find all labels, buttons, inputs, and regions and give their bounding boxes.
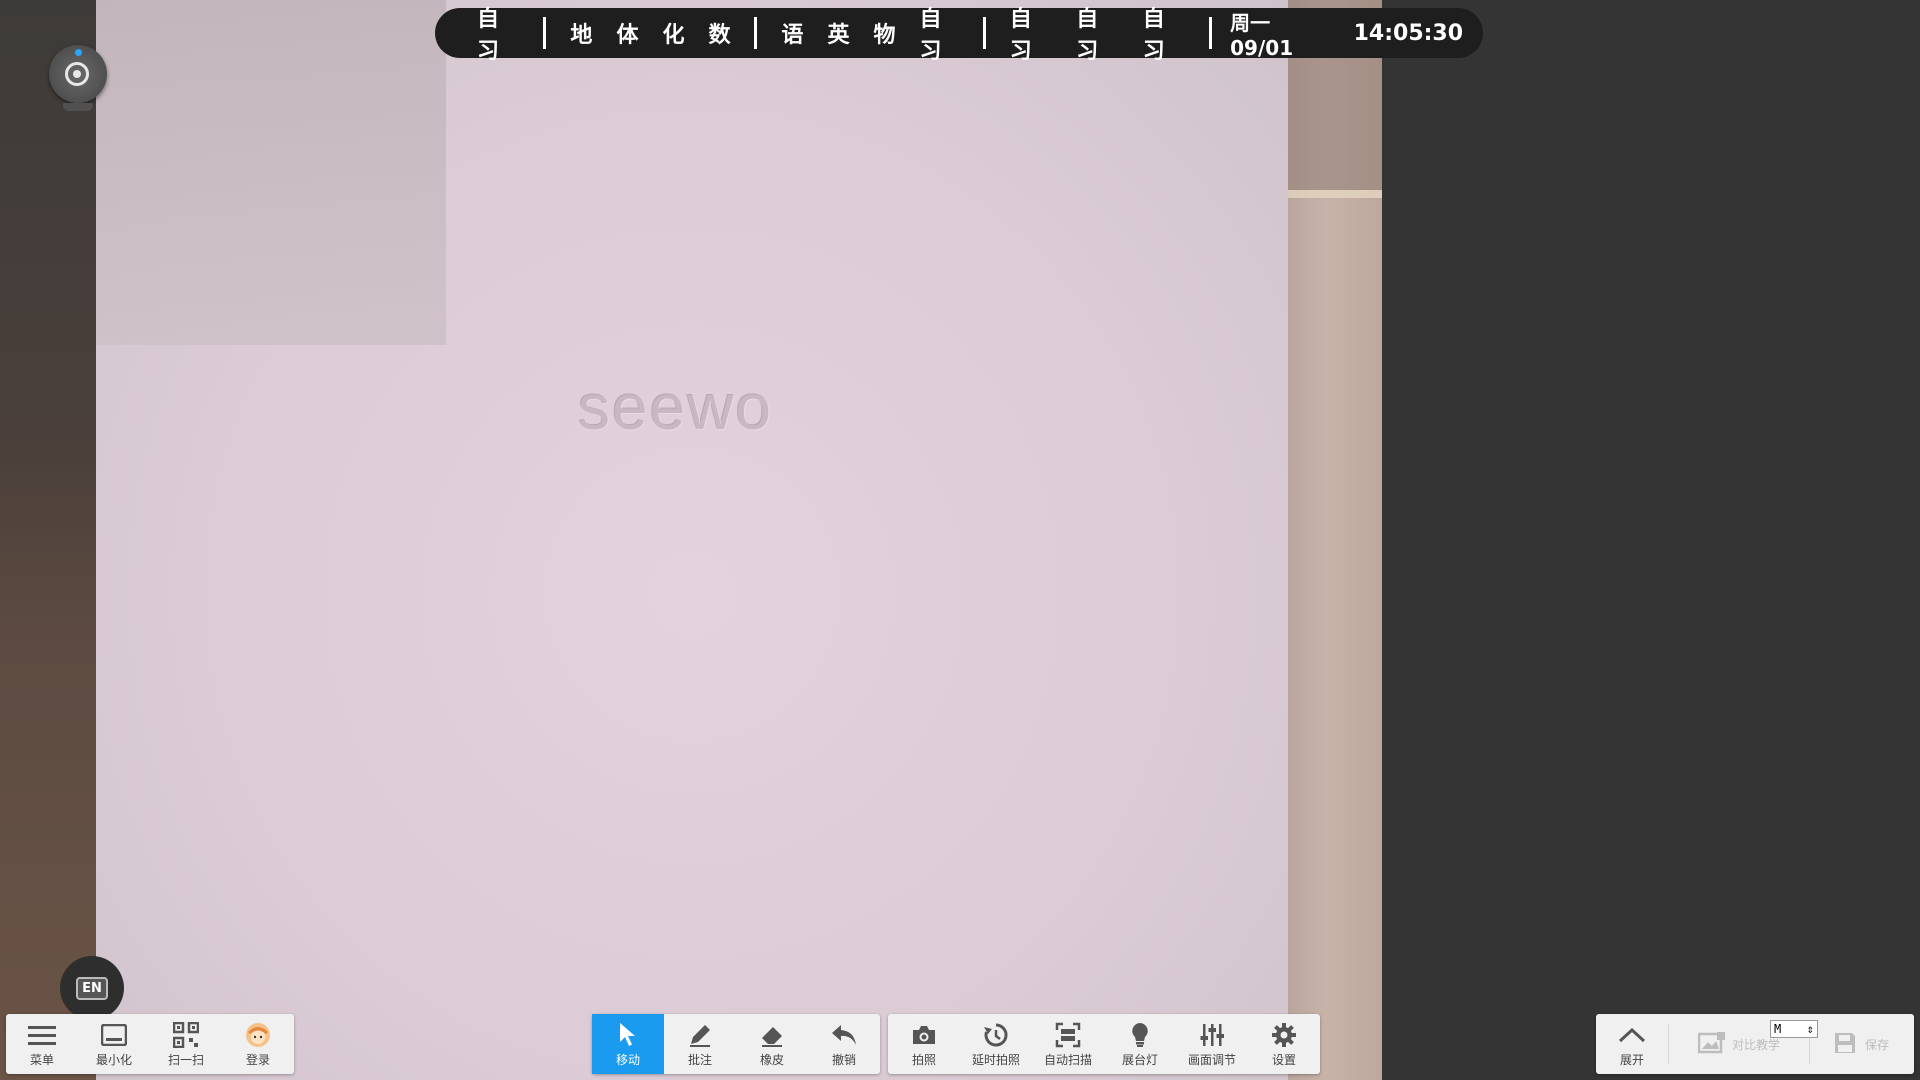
lamp-label: 展台灯	[1121, 1052, 1158, 1067]
compare-image-icon	[1697, 1029, 1726, 1057]
compare-teaching-label: 对比教学	[1731, 1037, 1780, 1052]
schedule-class: 数	[708, 23, 731, 48]
timed-photo-button[interactable]: 延时拍照	[960, 1014, 1032, 1074]
schedule-divider	[543, 17, 547, 49]
sliders-icon	[1198, 1021, 1226, 1049]
feed-background-left	[0, 0, 104, 1080]
capture-toolbar: 拍照 延时拍照 自动扫描 展台灯 画面调节 设置	[888, 1014, 1320, 1074]
edit-toolbar: 移动 批注 橡皮 撤销	[592, 1014, 880, 1074]
minimize-button[interactable]: 最小化	[78, 1014, 150, 1074]
language-toggle-button[interactable]: EN	[60, 956, 124, 1020]
pen-icon	[686, 1021, 714, 1049]
save-label: 保存	[1864, 1037, 1889, 1052]
expand-label: 展开	[1619, 1052, 1644, 1067]
timed-photo-label: 延时拍照	[971, 1052, 1020, 1067]
camera-feed: seewo	[0, 0, 1382, 1080]
login-button[interactable]: 登录	[222, 1014, 294, 1074]
auto-scan-button[interactable]: 自动扫描	[1032, 1014, 1104, 1074]
schedule-clock: 14:05:30	[1353, 20, 1464, 46]
schedule-class: 语	[781, 23, 804, 48]
camera-icon	[910, 1021, 938, 1049]
scan-qr-label: 扫一扫	[167, 1052, 204, 1067]
scan-icon	[1054, 1021, 1082, 1049]
lamp-icon	[1126, 1021, 1154, 1049]
eraser-tool-button[interactable]: 橡皮	[736, 1014, 808, 1074]
schedule-divider	[982, 17, 986, 49]
feed-paper-shadow	[96, 0, 446, 345]
menu-button[interactable]: 菜单	[6, 1014, 78, 1074]
schedule-bar: 自习 地 体 化 数 语 英 物 自习 自习 自习 自习 周一 09/01 14…	[435, 7, 1483, 64]
webcam-status-dot	[75, 49, 82, 56]
photo-label: 拍照	[911, 1052, 936, 1067]
webcam-base	[63, 103, 93, 111]
schedule-group-3: 语 英 物 自习	[769, 1, 970, 65]
save-icon	[1831, 1029, 1859, 1057]
expand-button[interactable]: 展开	[1596, 1014, 1668, 1074]
avatar-icon	[244, 1021, 272, 1049]
language-label: EN	[76, 976, 108, 1000]
minimize-icon	[100, 1021, 128, 1049]
schedule-class: 英	[827, 23, 850, 48]
select-arrows-icon: ⇕	[1806, 1022, 1814, 1036]
right-toolbar: 展开 对比教学 保存	[1596, 1014, 1914, 1074]
qr-code-icon	[172, 1021, 200, 1049]
schedule-divider	[754, 17, 758, 49]
image-adjust-label: 画面调节	[1187, 1052, 1236, 1067]
cursor-icon	[614, 1021, 642, 1049]
auto-scan-label: 自动扫描	[1043, 1052, 1092, 1067]
feed-watermark: seewo	[578, 371, 773, 443]
feed-edge-stripe	[1288, 190, 1382, 198]
schedule-class: 体	[616, 23, 639, 48]
schedule-group-1: 自习	[465, 1, 531, 65]
schedule-group-4: 自习 自习 自习	[998, 1, 1197, 65]
annotate-tool-button[interactable]: 批注	[664, 1014, 736, 1074]
mode-select[interactable]: M ⇕	[1770, 1020, 1818, 1038]
menu-label: 菜单	[29, 1052, 54, 1067]
photo-button[interactable]: 拍照	[888, 1014, 960, 1074]
menu-icon	[28, 1021, 56, 1049]
schedule-class: 物	[873, 23, 896, 48]
image-adjust-button[interactable]: 画面调节	[1176, 1014, 1248, 1074]
schedule-class: 自习	[919, 7, 942, 64]
schedule-class: 自习	[1076, 7, 1099, 64]
scan-qr-button[interactable]: 扫一扫	[150, 1014, 222, 1074]
undo-button[interactable]: 撤销	[808, 1014, 880, 1074]
schedule-group-2: 地 体 化 数	[558, 17, 742, 49]
eraser-icon	[758, 1021, 786, 1049]
schedule-class: 自习	[477, 7, 500, 64]
schedule-class: 自习	[1009, 7, 1032, 64]
timer-icon	[982, 1021, 1010, 1049]
webcam-lens-core	[73, 70, 81, 78]
save-button[interactable]: 保存	[1810, 1014, 1910, 1074]
chevron-up-icon	[1618, 1021, 1646, 1049]
webcam-indicator[interactable]	[49, 45, 107, 115]
settings-label: 设置	[1271, 1052, 1296, 1067]
mode-select-value: M	[1774, 1022, 1782, 1036]
schedule-divider	[1209, 17, 1213, 49]
settings-button[interactable]: 设置	[1248, 1014, 1320, 1074]
schedule-class: 地	[570, 23, 593, 48]
eraser-tool-label: 橡皮	[759, 1052, 784, 1067]
lamp-button[interactable]: 展台灯	[1104, 1014, 1176, 1074]
annotate-tool-label: 批注	[687, 1052, 712, 1067]
move-tool-label: 移动	[615, 1052, 640, 1067]
schedule-date: 周一 09/01	[1230, 10, 1294, 60]
schedule-class: 化	[662, 23, 685, 48]
schedule-class: 自习	[1142, 7, 1165, 64]
undo-label: 撤销	[831, 1052, 856, 1067]
undo-icon	[830, 1021, 858, 1049]
gear-icon	[1270, 1021, 1298, 1049]
login-label: 登录	[245, 1052, 270, 1067]
move-tool-button[interactable]: 移动	[592, 1014, 664, 1074]
minimize-label: 最小化	[95, 1052, 132, 1067]
left-toolbar: 菜单 最小化 扫一扫 登录	[6, 1014, 294, 1074]
